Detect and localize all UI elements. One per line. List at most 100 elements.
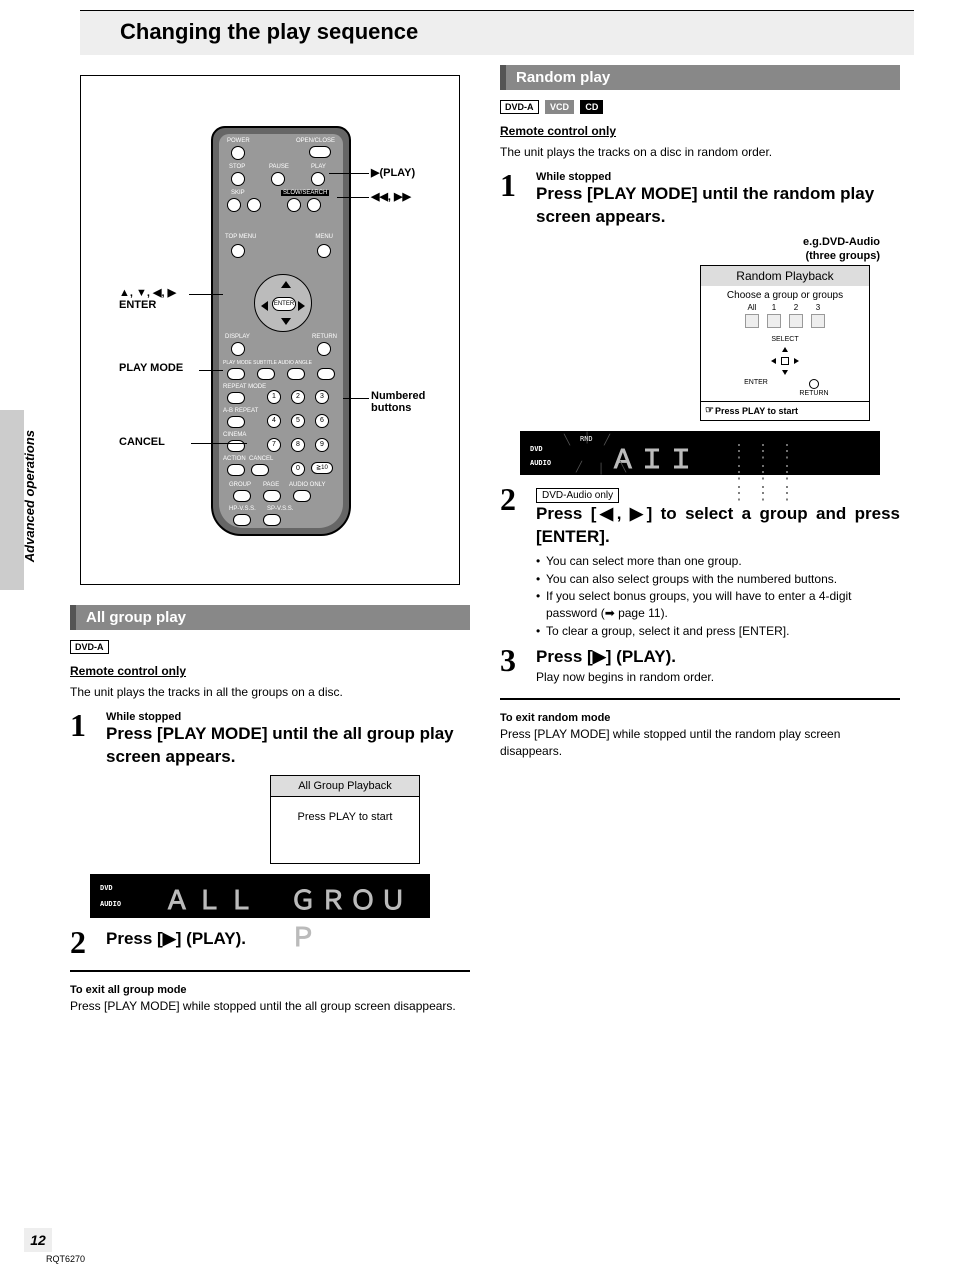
r-step-3-main: Press [▶] (PLAY).	[536, 646, 900, 669]
r-step-1-num: 1	[500, 169, 524, 201]
doc-code: RQT6270	[46, 1254, 85, 1264]
exit-random-body: Press [PLAY MODE] while stopped until th…	[500, 726, 900, 760]
divider	[500, 698, 900, 700]
lbl-repeat: REPEAT MODE	[223, 384, 266, 390]
step-1-main: Press [PLAY MODE] until the all group pl…	[106, 723, 470, 769]
btn-display	[231, 342, 245, 356]
rp-enter: ENTER	[744, 379, 768, 386]
bullet-3: If you select bonus groups, you will hav…	[536, 588, 900, 623]
btn-group	[233, 490, 251, 502]
callout-line	[329, 173, 369, 174]
lbl-openclose: OPEN/CLOSE	[296, 138, 335, 144]
arrow-up-icon	[281, 281, 291, 288]
remote-body: POWER OPEN/CLOSE STOP PAUSE PLAY SKIP SL…	[211, 126, 351, 536]
btn-cancel	[251, 464, 269, 476]
arrow-left-icon	[261, 301, 268, 311]
page-number: 12	[24, 1228, 52, 1252]
rp-choose: Choose a group or groups	[701, 286, 869, 303]
display-random: RND DVD AUDIO ＡＩＩ ⋮⋮⋮ ⋮⋮⋮ ⋮⋮⋮ ╲ │ ╱ ╱ │ …	[520, 431, 880, 475]
rp-select: SELECT	[701, 334, 869, 343]
btn-audio	[287, 368, 305, 380]
rp-dpad-icon	[769, 345, 801, 377]
arrow-right-icon	[298, 301, 305, 311]
badge-dvda: DVD-A	[70, 640, 109, 654]
lbl-skip: SKIP	[231, 190, 245, 196]
disp-audio: AUDIO	[100, 900, 121, 908]
lbl-abrepeat: A-B REPEAT	[223, 408, 258, 414]
btn-4: 4	[267, 414, 281, 428]
btn-skip-prev	[227, 198, 241, 212]
dvd-audio-only-tag: DVD-Audio only	[536, 488, 619, 503]
btn-9: 9	[315, 438, 329, 452]
lbl-pause: PAUSE	[269, 164, 289, 170]
disp-tick3: ╱	[604, 435, 610, 446]
callout-dpad: ▲, ▼, ◀, ▶ ENTER	[119, 286, 199, 311]
disp-audio: AUDIO	[530, 459, 551, 467]
btn-search-fwd	[307, 198, 321, 212]
btn-audioonly	[293, 490, 311, 502]
arrow-down-icon	[281, 318, 291, 325]
all-group-header: All group play	[70, 605, 470, 630]
disp-tickb1: ╱	[576, 462, 582, 473]
callout-skip: ◀◀, ▶▶	[371, 190, 411, 203]
all-group-intro: The unit plays the tracks in all the gro…	[70, 684, 470, 701]
btn-page	[263, 490, 281, 502]
lbl-topmenu: TOP MENU	[225, 234, 256, 240]
random-intro: The unit plays the tracks on a disc in r…	[500, 144, 900, 161]
btn-spvss	[263, 514, 281, 526]
callout-numbered: Numbered buttons	[371, 390, 425, 414]
rp-g-all: All	[748, 303, 757, 312]
disp-seg-all: ＡＬＬ	[164, 880, 260, 917]
lbl-audioonly: AUDIO ONLY	[289, 482, 326, 488]
osd-body: Press PLAY to start	[271, 797, 419, 863]
disp-seg-group: ＧＲＯＵＰ	[290, 880, 430, 954]
random-osd: Random Playback Choose a group or groups…	[700, 265, 870, 421]
lbl-return: RETURN	[312, 334, 337, 340]
btn-8: 8	[291, 438, 305, 452]
btn-abrepeat	[227, 416, 245, 428]
btn-5: 5	[291, 414, 305, 428]
page-title-bar: Changing the play sequence	[80, 10, 914, 55]
btn-search-rev	[287, 198, 301, 212]
rp-g-1: 1	[772, 303, 776, 312]
all-group-osd: All Group Playback Press PLAY to start	[270, 775, 420, 864]
return-icon	[809, 379, 819, 389]
rp-groups: All 1 2 3	[701, 303, 869, 334]
btn-repeat	[227, 392, 245, 404]
exit-all-group-body: Press [PLAY MODE] while stopped until th…	[70, 998, 470, 1015]
r-step-2-num: 2	[500, 483, 524, 515]
disp-tick2: │	[584, 433, 590, 444]
osd-title: All Group Playback	[271, 776, 419, 797]
r-step-2-bullets: You can select more than one group. You …	[536, 553, 900, 640]
lbl-group: GROUP	[229, 482, 251, 488]
side-section-label: Advanced operations	[22, 430, 37, 562]
eg-label: e.g.DVD-Audio (three groups)	[500, 235, 880, 264]
callout-playmode: PLAY MODE	[119, 362, 199, 374]
callout-line	[191, 443, 247, 444]
remote-face: POWER OPEN/CLOSE STOP PAUSE PLAY SKIP SL…	[219, 134, 343, 528]
btn-pause	[271, 172, 285, 186]
lbl-cinema: CINEMA	[223, 432, 246, 438]
lbl-menu: MENU	[315, 234, 333, 240]
bullet-4: To clear a group, select it and press [E…	[536, 623, 900, 640]
exit-all-group-title: To exit all group mode	[70, 984, 470, 996]
btn-gte10: ≧10	[311, 462, 333, 474]
display-all-group: DVD AUDIO ＡＬＬ ＧＲＯＵＰ	[90, 874, 430, 918]
btn-return	[317, 342, 331, 356]
rp-g-3: 3	[816, 303, 820, 312]
btn-skip-next	[247, 198, 261, 212]
lbl-hpvss: HP-V.S.S.	[229, 506, 256, 512]
btn-2: 2	[291, 390, 305, 404]
bullet-2: You can also select groups with the numb…	[536, 571, 900, 588]
remote-only-label: Remote control only	[70, 664, 470, 678]
lbl-spvss: SP-V.S.S.	[267, 506, 293, 512]
btn-6: 6	[315, 414, 329, 428]
lbl-stop: STOP	[229, 164, 245, 170]
btn-3: 3	[315, 390, 329, 404]
badge-cd: CD	[580, 100, 603, 114]
callout-line	[189, 294, 223, 295]
lbl-action: ACTION	[223, 456, 246, 462]
lbl-slowsearch: SLOW/SEARCH	[281, 190, 329, 196]
btn-1: 1	[267, 390, 281, 404]
lbl-cancel: CANCEL	[249, 456, 273, 462]
